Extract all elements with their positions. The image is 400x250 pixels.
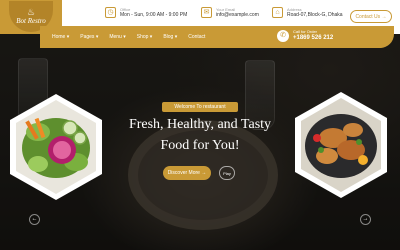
nav-item-pages[interactable]: Pages ▾ [80,34,98,40]
main-nav: Home ▾ Pages ▾ Menu ▾ Shop ▾ Blog ▾ Cont… [40,26,394,48]
address-value: Road-07,Block-G, Dhaka [287,12,343,18]
address-info: ⌂ Address Road-07,Block-G, Dhaka [272,7,343,19]
nav-item-menu[interactable]: Menu ▾ [109,34,125,40]
contact-us-button[interactable]: Contact Us → [350,10,392,23]
mail-icon: ✉ [201,7,212,18]
salad-image [8,92,104,202]
brand-name: Bot Restro [16,17,46,25]
play-button[interactable]: Play [219,166,235,180]
chef-hat-icon: ♨ [26,7,36,17]
hero-heading-line2: Food for You! [160,138,240,153]
office-hours: ◷ Office Mon - Sun, 9:00 AM - 9:00 PM [105,7,187,19]
office-hours-value: Mon - Sun, 9:00 AM - 9:00 PM [120,12,188,18]
hero-heading-line1: Fresh, Healthy, and Tasty [128,117,272,132]
call-for-order[interactable]: ✆ Call for Order +1869 526 212 [277,29,333,42]
nav-item-shop[interactable]: Shop ▾ [137,34,153,40]
clock-icon: ◷ [105,7,116,18]
email-info: ✉ Your Email info@example.com [201,7,259,19]
prev-slide-arrow-icon[interactable]: ← [29,214,40,225]
roast-chicken-image [293,90,389,200]
call-number[interactable]: +1869 526 212 [293,34,333,42]
nav-item-blog[interactable]: Blog ▾ [163,34,177,40]
nav-item-contact[interactable]: Contact [188,34,205,40]
home-icon: ⌂ [272,7,283,18]
hero-eyebrow: Welcome To restaurant [162,102,238,112]
nav-item-home[interactable]: Home ▾ [52,34,69,40]
discover-more-button[interactable]: Discover More → [163,166,211,180]
nav-menu: Home ▾ Pages ▾ Menu ▾ Shop ▾ Blog ▾ Cont… [52,26,205,48]
phone-icon: ✆ [277,29,289,42]
next-slide-arrow-icon[interactable]: → [360,214,371,225]
hero-heading: Fresh, Healthy, and Tasty Food for You! [100,114,300,156]
email-value[interactable]: info@example.com [216,12,259,19]
